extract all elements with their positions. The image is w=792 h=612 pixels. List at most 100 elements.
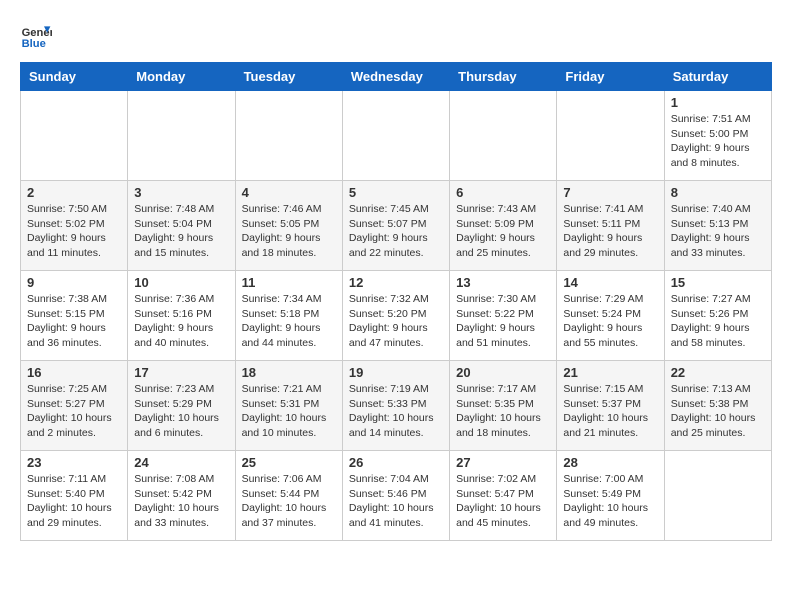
- day-info: Sunrise: 7:00 AM Sunset: 5:49 PM Dayligh…: [563, 472, 657, 531]
- day-number: 24: [134, 455, 228, 470]
- day-cell: 6 Sunrise: 7:43 AM Sunset: 5:09 PM Daylig…: [450, 181, 557, 271]
- day-cell: 4 Sunrise: 7:46 AM Sunset: 5:05 PM Daylig…: [235, 181, 342, 271]
- day-number: 8: [671, 185, 765, 200]
- day-cell: 15 Sunrise: 7:27 AM Sunset: 5:26 PM Dayli…: [664, 271, 771, 361]
- day-number: 3: [134, 185, 228, 200]
- day-number: 2: [27, 185, 121, 200]
- day-info: Sunrise: 7:02 AM Sunset: 5:47 PM Dayligh…: [456, 472, 550, 531]
- day-number: 11: [242, 275, 336, 290]
- weekday-sunday: Sunday: [21, 63, 128, 91]
- day-cell: 27 Sunrise: 7:02 AM Sunset: 5:47 PM Dayli…: [450, 451, 557, 541]
- day-number: 20: [456, 365, 550, 380]
- day-number: 13: [456, 275, 550, 290]
- day-cell: 7 Sunrise: 7:41 AM Sunset: 5:11 PM Daylig…: [557, 181, 664, 271]
- day-number: 9: [27, 275, 121, 290]
- weekday-saturday: Saturday: [664, 63, 771, 91]
- page-header: General Blue: [20, 20, 772, 52]
- day-cell: 19 Sunrise: 7:19 AM Sunset: 5:33 PM Dayli…: [342, 361, 449, 451]
- week-row-3: 9 Sunrise: 7:38 AM Sunset: 5:15 PM Daylig…: [21, 271, 772, 361]
- day-cell: 12 Sunrise: 7:32 AM Sunset: 5:20 PM Dayli…: [342, 271, 449, 361]
- day-info: Sunrise: 7:15 AM Sunset: 5:37 PM Dayligh…: [563, 382, 657, 441]
- day-cell: 2 Sunrise: 7:50 AM Sunset: 5:02 PM Daylig…: [21, 181, 128, 271]
- day-info: Sunrise: 7:04 AM Sunset: 5:46 PM Dayligh…: [349, 472, 443, 531]
- logo: General Blue: [20, 20, 52, 52]
- day-info: Sunrise: 7:06 AM Sunset: 5:44 PM Dayligh…: [242, 472, 336, 531]
- day-number: 26: [349, 455, 443, 470]
- day-number: 12: [349, 275, 443, 290]
- day-cell: 5 Sunrise: 7:45 AM Sunset: 5:07 PM Daylig…: [342, 181, 449, 271]
- week-row-1: 1Sunrise: 7:51 AM Sunset: 5:00 PM Daylig…: [21, 91, 772, 181]
- day-cell: [450, 91, 557, 181]
- day-cell: 13Sunrise: 7:30 AM Sunset: 5:22 PM Dayli…: [450, 271, 557, 361]
- day-number: 14: [563, 275, 657, 290]
- day-cell: 10 Sunrise: 7:36 AM Sunset: 5:16 PM Dayli…: [128, 271, 235, 361]
- day-info: Sunrise: 7:41 AM Sunset: 5:11 PM Dayligh…: [563, 202, 657, 261]
- day-number: 5: [349, 185, 443, 200]
- day-cell: [557, 91, 664, 181]
- day-cell: [21, 91, 128, 181]
- day-number: 19: [349, 365, 443, 380]
- day-info: Sunrise: 7:48 AM Sunset: 5:04 PM Dayligh…: [134, 202, 228, 261]
- day-info: Sunrise: 7:11 AM Sunset: 5:40 PM Dayligh…: [27, 472, 121, 531]
- day-info: Sunrise: 7:25 AM Sunset: 5:27 PM Dayligh…: [27, 382, 121, 441]
- day-info: Sunrise: 7:13 AM Sunset: 5:38 PM Dayligh…: [671, 382, 765, 441]
- day-number: 4: [242, 185, 336, 200]
- day-cell: 20 Sunrise: 7:17 AM Sunset: 5:35 PM Dayli…: [450, 361, 557, 451]
- day-info: Sunrise: 7:23 AM Sunset: 5:29 PM Dayligh…: [134, 382, 228, 441]
- week-row-4: 16 Sunrise: 7:25 AM Sunset: 5:27 PM Dayli…: [21, 361, 772, 451]
- day-info: Sunrise: 7:40 AM Sunset: 5:13 PM Dayligh…: [671, 202, 765, 261]
- day-cell: 21 Sunrise: 7:15 AM Sunset: 5:37 PM Dayli…: [557, 361, 664, 451]
- weekday-header-row: SundayMondayTuesdayWednesdayThursdayFrid…: [21, 63, 772, 91]
- day-cell: 22 Sunrise: 7:13 AM Sunset: 5:38 PM Dayli…: [664, 361, 771, 451]
- day-number: 15: [671, 275, 765, 290]
- day-number: 7: [563, 185, 657, 200]
- day-cell: 9 Sunrise: 7:38 AM Sunset: 5:15 PM Daylig…: [21, 271, 128, 361]
- day-cell: 3 Sunrise: 7:48 AM Sunset: 5:04 PM Daylig…: [128, 181, 235, 271]
- day-cell: 17 Sunrise: 7:23 AM Sunset: 5:29 PM Dayli…: [128, 361, 235, 451]
- day-cell: [342, 91, 449, 181]
- day-info: Sunrise: 7:32 AM Sunset: 5:20 PM Dayligh…: [349, 292, 443, 351]
- day-info: Sunrise: 7:08 AM Sunset: 5:42 PM Dayligh…: [134, 472, 228, 531]
- day-info: Sunrise: 7:29 AM Sunset: 5:24 PM Dayligh…: [563, 292, 657, 351]
- day-cell: [128, 91, 235, 181]
- day-info: Sunrise: 7:17 AM Sunset: 5:35 PM Dayligh…: [456, 382, 550, 441]
- day-cell: 11Sunrise: 7:34 AM Sunset: 5:18 PM Dayli…: [235, 271, 342, 361]
- day-info: Sunrise: 7:21 AM Sunset: 5:31 PM Dayligh…: [242, 382, 336, 441]
- day-info: Sunrise: 7:51 AM Sunset: 5:00 PM Dayligh…: [671, 112, 765, 171]
- day-number: 6: [456, 185, 550, 200]
- day-cell: 26 Sunrise: 7:04 AM Sunset: 5:46 PM Dayli…: [342, 451, 449, 541]
- day-cell: 24 Sunrise: 7:08 AM Sunset: 5:42 PM Dayli…: [128, 451, 235, 541]
- day-cell: [664, 451, 771, 541]
- day-number: 23: [27, 455, 121, 470]
- day-info: Sunrise: 7:19 AM Sunset: 5:33 PM Dayligh…: [349, 382, 443, 441]
- day-cell: 8 Sunrise: 7:40 AM Sunset: 5:13 PM Daylig…: [664, 181, 771, 271]
- weekday-thursday: Thursday: [450, 63, 557, 91]
- day-info: Sunrise: 7:36 AM Sunset: 5:16 PM Dayligh…: [134, 292, 228, 351]
- weekday-tuesday: Tuesday: [235, 63, 342, 91]
- week-row-2: 2 Sunrise: 7:50 AM Sunset: 5:02 PM Daylig…: [21, 181, 772, 271]
- day-number: 25: [242, 455, 336, 470]
- day-info: Sunrise: 7:38 AM Sunset: 5:15 PM Dayligh…: [27, 292, 121, 351]
- day-number: 22: [671, 365, 765, 380]
- day-cell: 1Sunrise: 7:51 AM Sunset: 5:00 PM Daylig…: [664, 91, 771, 181]
- day-number: 10: [134, 275, 228, 290]
- calendar-table: SundayMondayTuesdayWednesdayThursdayFrid…: [20, 62, 772, 541]
- day-number: 28: [563, 455, 657, 470]
- weekday-monday: Monday: [128, 63, 235, 91]
- day-info: Sunrise: 7:43 AM Sunset: 5:09 PM Dayligh…: [456, 202, 550, 261]
- day-number: 17: [134, 365, 228, 380]
- day-cell: 23 Sunrise: 7:11 AM Sunset: 5:40 PM Dayli…: [21, 451, 128, 541]
- week-row-5: 23 Sunrise: 7:11 AM Sunset: 5:40 PM Dayli…: [21, 451, 772, 541]
- day-info: Sunrise: 7:46 AM Sunset: 5:05 PM Dayligh…: [242, 202, 336, 261]
- day-number: 27: [456, 455, 550, 470]
- weekday-wednesday: Wednesday: [342, 63, 449, 91]
- day-info: Sunrise: 7:45 AM Sunset: 5:07 PM Dayligh…: [349, 202, 443, 261]
- logo-icon: General Blue: [20, 20, 52, 52]
- day-number: 16: [27, 365, 121, 380]
- day-info: Sunrise: 7:27 AM Sunset: 5:26 PM Dayligh…: [671, 292, 765, 351]
- day-info: Sunrise: 7:50 AM Sunset: 5:02 PM Dayligh…: [27, 202, 121, 261]
- day-number: 21: [563, 365, 657, 380]
- day-cell: 28 Sunrise: 7:00 AM Sunset: 5:49 PM Dayli…: [557, 451, 664, 541]
- day-cell: 18Sunrise: 7:21 AM Sunset: 5:31 PM Dayli…: [235, 361, 342, 451]
- day-cell: 16 Sunrise: 7:25 AM Sunset: 5:27 PM Dayli…: [21, 361, 128, 451]
